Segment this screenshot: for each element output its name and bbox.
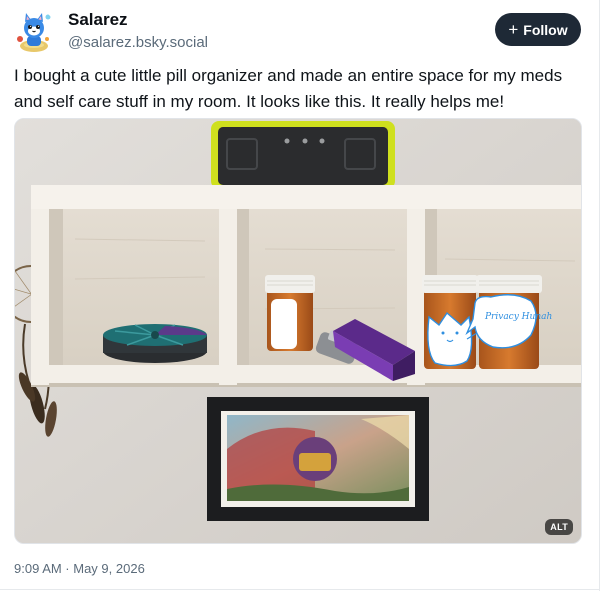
doodle-label: Privacy Hunah <box>484 312 552 322</box>
follow-button[interactable]: + Follow <box>495 13 581 46</box>
author-display-name[interactable]: Salarez <box>68 10 208 30</box>
follow-button-label: Follow <box>523 21 568 38</box>
blue-cat-avatar-icon <box>17 13 51 52</box>
alt-text-badge[interactable]: ALT <box>545 519 573 535</box>
author-info: Salarez @salarez.bsky.social <box>68 10 208 53</box>
post-timestamp[interactable]: 9:09 AM · May 9, 2026 <box>14 560 145 578</box>
pill-organizer <box>103 324 207 363</box>
framed-picture <box>207 397 429 521</box>
post-image[interactable]: Privacy Hunah ALT <box>14 118 582 544</box>
post-card: Salarez @salarez.bsky.social + Follow I … <box>0 0 600 591</box>
bluetooth-speaker <box>211 121 395 189</box>
author-avatar[interactable] <box>12 9 56 53</box>
shelf-photo: Privacy Hunah <box>15 119 581 543</box>
author-handle[interactable]: @salarez.bsky.social <box>68 33 208 53</box>
post-text: I bought a cute little pill organizer an… <box>14 66 563 111</box>
plus-icon: + <box>508 19 519 39</box>
divider <box>0 589 599 590</box>
pill-bottle-1 <box>265 275 315 351</box>
